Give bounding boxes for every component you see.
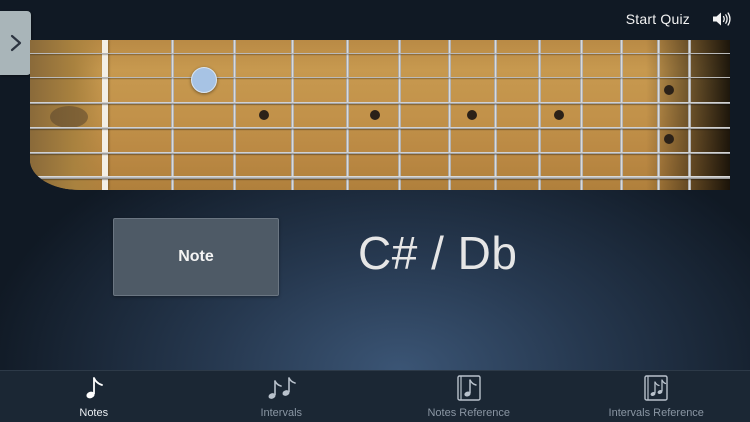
notes-pair-icon [268, 377, 297, 399]
start-quiz-button[interactable]: Start Quiz [626, 11, 690, 27]
fret-7 [494, 40, 497, 190]
string-5 [30, 152, 730, 154]
note-icon [86, 377, 103, 399]
tab-intervals-label: Intervals [260, 407, 303, 419]
string-3 [30, 102, 730, 104]
tab-notes-label: Notes [79, 407, 109, 419]
fret-3 [291, 40, 294, 190]
chevron-right-icon [10, 34, 21, 52]
note-book-icon [457, 375, 481, 401]
fret-inlay-12-lower [664, 134, 674, 144]
fret-inlay-12-upper [664, 85, 674, 95]
fret-4 [346, 40, 349, 190]
tab-notes-reference[interactable]: Notes Reference [375, 371, 563, 422]
nut [102, 40, 108, 190]
fret-inlay-9 [554, 110, 564, 120]
fret-11 [657, 40, 660, 190]
wood-knot [50, 106, 88, 128]
fret-5 [398, 40, 401, 190]
note-name-display: C# / Db [358, 227, 518, 279]
notes-pair-book-icon [644, 375, 668, 401]
fret-inlay-5 [370, 110, 380, 120]
note-mode-button[interactable]: Note [113, 218, 279, 296]
top-controls: Start Quiz [626, 11, 732, 27]
tab-intervals-reference-label: Intervals Reference [608, 407, 704, 419]
tab-intervals-reference[interactable]: Intervals Reference [563, 371, 750, 422]
fret-6 [448, 40, 451, 190]
selected-note-marker[interactable] [191, 67, 217, 93]
app: Start Quiz Note C# / Db Notes Intervals … [0, 0, 750, 422]
fret-1 [171, 40, 174, 190]
fret-2 [233, 40, 236, 190]
guitar-fretboard[interactable] [30, 40, 730, 190]
sound-toggle-button[interactable] [712, 11, 732, 27]
side-menu-toggle[interactable] [0, 11, 31, 75]
fret-9 [580, 40, 583, 190]
tab-intervals[interactable]: Intervals [188, 371, 376, 422]
tab-notes[interactable]: Notes [0, 371, 188, 422]
fret-10 [620, 40, 623, 190]
fret-12 [688, 40, 691, 190]
fret-inlay-7 [467, 110, 477, 120]
string-4 [30, 127, 730, 129]
tab-notes-reference-label: Notes Reference [427, 407, 511, 419]
string-2 [30, 77, 730, 78]
fret-inlay-3 [259, 110, 269, 120]
speaker-icon [713, 12, 731, 26]
tab-bar: Notes Intervals Notes Reference Interval… [0, 370, 750, 422]
string-1 [30, 53, 730, 54]
string-6 [30, 176, 730, 179]
fret-8 [538, 40, 541, 190]
